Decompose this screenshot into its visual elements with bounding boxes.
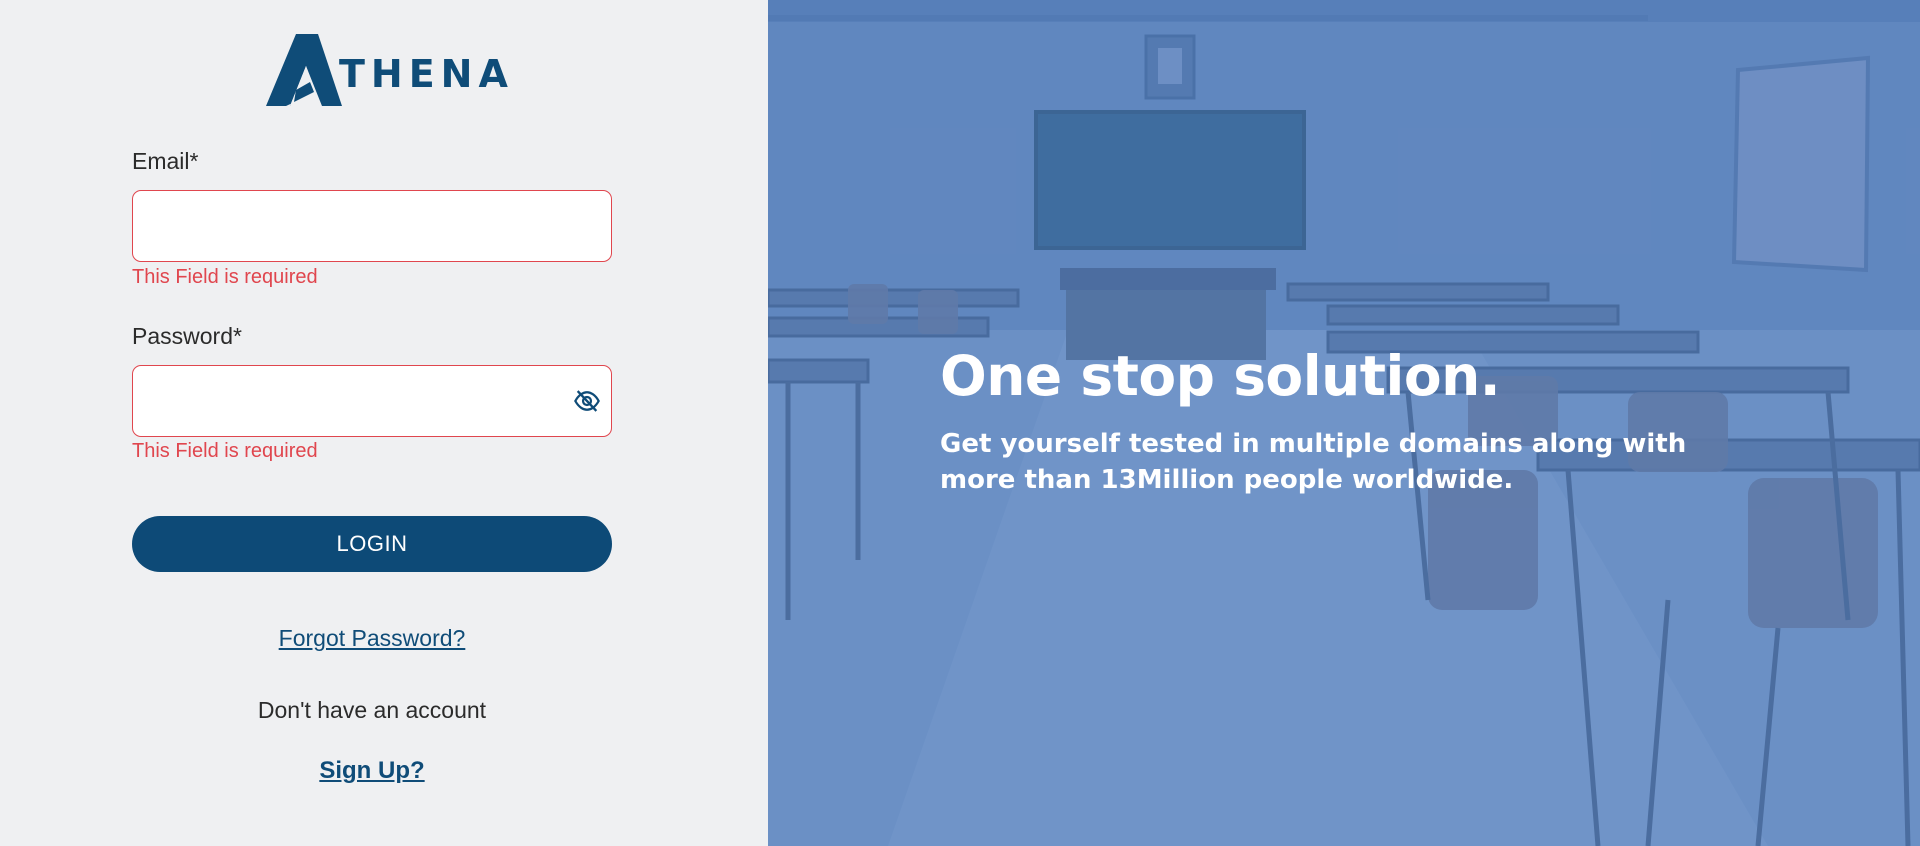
eye-slash-icon[interactable] xyxy=(573,387,601,415)
hero-overlay xyxy=(768,0,1920,846)
email-input[interactable] xyxy=(132,190,612,262)
login-page: THENA Email* This Field is required Pass… xyxy=(0,0,1920,846)
brand-name: THENA xyxy=(339,52,514,96)
athena-logo: THENA xyxy=(266,32,508,108)
hero-title: One stop solution. xyxy=(940,344,1501,408)
password-input[interactable] xyxy=(132,365,612,437)
password-label: Password* xyxy=(132,323,242,349)
athena-logo-mark-icon xyxy=(266,34,342,106)
hero-subtitle: Get yourself tested in multiple domains … xyxy=(940,429,1687,495)
login-panel: THENA Email* This Field is required Pass… xyxy=(0,0,768,846)
forgot-password-link[interactable]: Forgot Password? xyxy=(132,625,612,652)
hero-panel: One stop solution. Get yourself tested i… xyxy=(768,0,1920,846)
password-error: This Field is required xyxy=(132,440,318,462)
email-error: This Field is required xyxy=(132,266,318,288)
no-account-text: Don't have an account xyxy=(257,697,487,723)
sign-up-link[interactable]: Sign Up? xyxy=(132,757,612,785)
email-label: Email* xyxy=(132,148,199,174)
login-button[interactable]: LOGIN xyxy=(132,516,612,572)
